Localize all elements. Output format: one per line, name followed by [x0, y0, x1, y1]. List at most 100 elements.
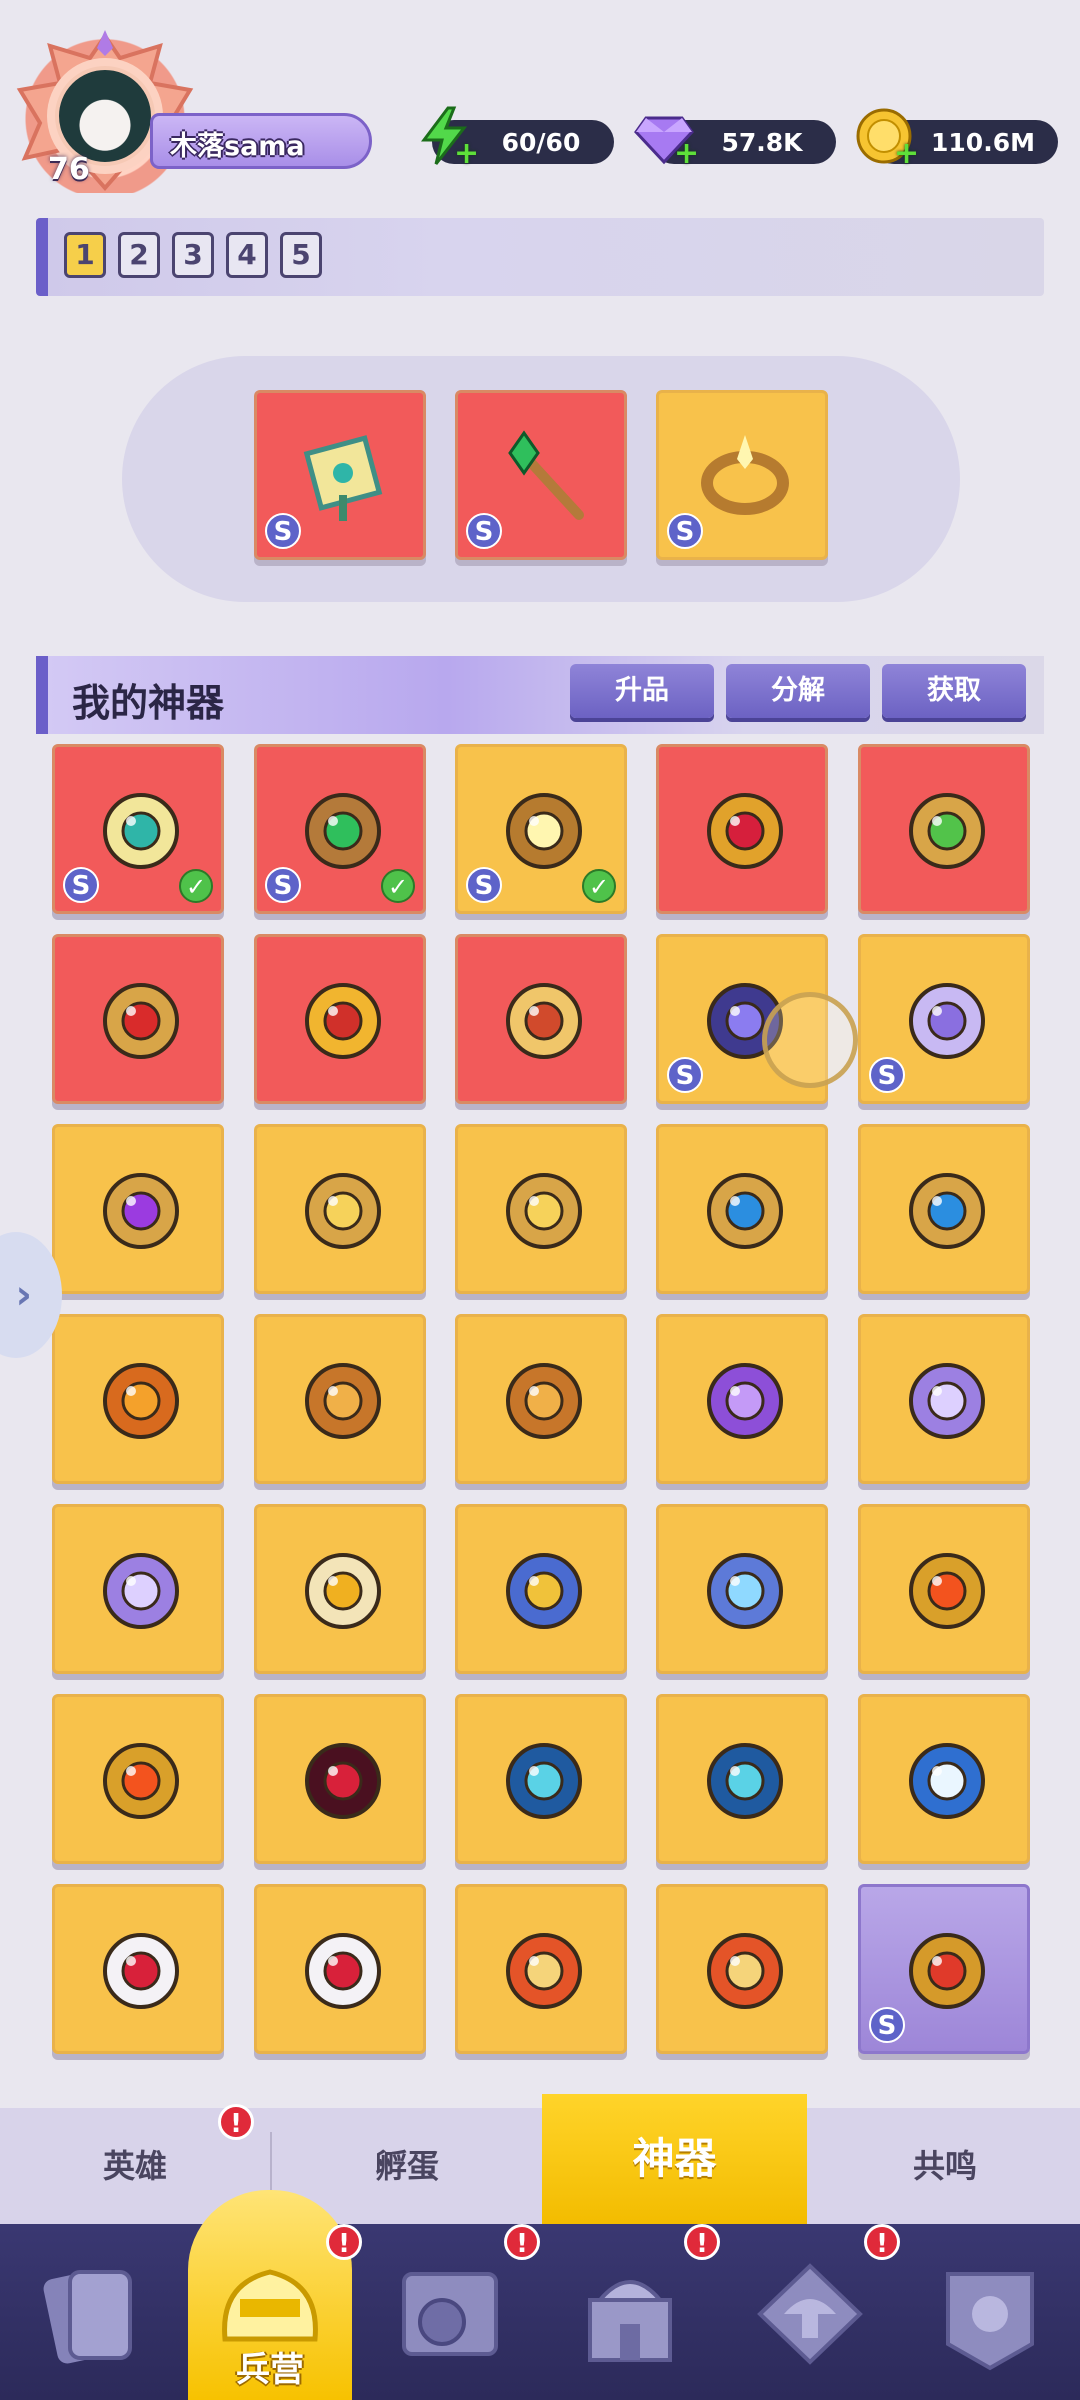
purple-amulet-icon	[89, 1157, 193, 1261]
gold-hammer-icon	[492, 1537, 596, 1641]
artifact-card[interactable]	[858, 744, 1030, 914]
decompose-button[interactable]: 分解	[726, 664, 870, 718]
castle-icon	[588, 2280, 672, 2362]
ruby-heart-crown-icon	[693, 777, 797, 881]
artifact-card[interactable]	[254, 1694, 426, 1864]
map-scroll-icon	[89, 777, 193, 881]
artifact-card[interactable]	[455, 934, 627, 1104]
artifact-card[interactable]: S ✓	[254, 744, 426, 914]
artifact-card[interactable]	[52, 1314, 224, 1484]
page-tab-3[interactable]: 3	[172, 232, 214, 278]
ice-gauntlet-icon	[693, 1537, 797, 1641]
add-gems-icon[interactable]: +	[674, 136, 699, 171]
artifact-card[interactable]	[858, 1124, 1030, 1294]
fire-gauntlet-icon	[895, 1537, 999, 1641]
artifact-card[interactable]	[455, 1504, 627, 1674]
heroes-alert-badge: !	[218, 2104, 254, 2140]
artifact-card[interactable]	[656, 1694, 828, 1864]
artifact-card[interactable]	[455, 1124, 627, 1294]
grade-badge: S	[466, 867, 502, 903]
artifact-card[interactable]	[254, 1124, 426, 1294]
artifact-card[interactable]	[52, 1694, 224, 1864]
player-name: 木落sama	[170, 131, 305, 162]
purple-pouch-icon	[895, 1347, 999, 1451]
artifact-card[interactable]	[656, 744, 828, 914]
artifact-card[interactable]	[858, 1504, 1030, 1674]
grade-badge: S	[265, 867, 301, 903]
blue-chalice-icon	[693, 1727, 797, 1831]
artifact-card[interactable]: S ✓	[52, 744, 224, 914]
equipped-check-icon: ✓	[179, 869, 213, 903]
artifact-card[interactable]: S ✓	[455, 744, 627, 914]
emerald-staff-icon	[492, 423, 596, 527]
energy-counter[interactable]: + 60/60	[421, 106, 614, 171]
tab-resonance[interactable]: 共鸣	[810, 2108, 1080, 2224]
bronze-bell-icon	[492, 1347, 596, 1451]
artifact-card[interactable]	[455, 1314, 627, 1484]
artifact-card[interactable]	[455, 1884, 627, 2054]
equipped-check-icon: ✓	[582, 869, 616, 903]
page-tab-4[interactable]: 4	[226, 232, 268, 278]
potion-bottle-icon	[291, 1537, 395, 1641]
gem-counter[interactable]: + 57.8K	[634, 116, 836, 171]
artifact-card[interactable]	[656, 1884, 828, 2054]
add-gold-icon[interactable]: +	[894, 136, 919, 171]
artifact-card[interactable]	[254, 1504, 426, 1674]
chevron-right-icon: ›	[15, 1272, 32, 1318]
blue-chalice-icon	[492, 1727, 596, 1831]
section-title: 我的神器	[72, 681, 225, 725]
grade-badge: S	[265, 513, 301, 549]
gems-value: 57.8K	[721, 127, 803, 157]
avatar	[55, 66, 155, 166]
nav-guild[interactable]	[740, 2244, 880, 2384]
upgrade-button[interactable]: 升品	[570, 664, 714, 718]
obtain-button[interactable]: 获取	[882, 664, 1026, 718]
gold-amulet-icon	[291, 1157, 395, 1261]
tab-artifacts[interactable]: 神器	[542, 2094, 807, 2224]
equipped-slot-2[interactable]: S	[455, 390, 627, 560]
artifact-card[interactable]	[254, 934, 426, 1104]
equipped-slot-3[interactable]: S	[656, 390, 828, 560]
shield-banner-icon	[946, 2272, 1034, 2371]
golden-ring-icon	[693, 423, 797, 527]
nav-castle[interactable]	[560, 2244, 700, 2384]
magic-scroll-icon	[492, 967, 596, 1071]
artifact-card[interactable]	[52, 1504, 224, 1674]
red-amulet-icon	[89, 967, 193, 1071]
gold-counter[interactable]: + 110.6M	[856, 108, 1058, 171]
artifact-card[interactable]	[254, 1314, 426, 1484]
loadout-page-tabs: 1 2 3 4 5	[36, 218, 1044, 296]
page-tab-2[interactable]: 2	[118, 232, 160, 278]
grade-badge: S	[63, 867, 99, 903]
blue-amulet-icon	[693, 1157, 797, 1261]
artifact-card[interactable]	[656, 1314, 828, 1484]
artifact-card[interactable]	[455, 1694, 627, 1864]
artifact-card[interactable]	[858, 1314, 1030, 1484]
page-tab-5[interactable]: 5	[280, 232, 322, 278]
artifact-card[interactable]	[858, 1694, 1030, 1864]
artifact-card[interactable]	[52, 1884, 224, 2054]
artifact-card[interactable]: S	[858, 934, 1030, 1104]
dice-icon	[291, 1917, 395, 2021]
equipped-slot-1[interactable]: S	[254, 390, 426, 560]
artifact-card[interactable]	[656, 1124, 828, 1294]
jeweled-crown-icon	[291, 967, 395, 1071]
map-alert-badge: !	[504, 2224, 540, 2260]
artifact-card[interactable]	[656, 1504, 828, 1674]
add-energy-icon[interactable]: +	[454, 136, 479, 171]
artifact-card[interactable]	[254, 1884, 426, 2054]
artifact-card[interactable]	[52, 934, 224, 1104]
purple-horn-icon	[693, 1347, 797, 1451]
nav-map[interactable]	[380, 2244, 520, 2384]
page-tab-1[interactable]: 1	[64, 232, 106, 278]
nav-cards[interactable]	[20, 2244, 160, 2384]
guild-alert-badge: !	[864, 2224, 900, 2260]
equipped-check-icon: ✓	[381, 869, 415, 903]
blue-amulet-icon	[895, 1157, 999, 1261]
maple-leaf-icon	[89, 1347, 193, 1451]
nav-banner[interactable]	[920, 2244, 1060, 2384]
artifact-card[interactable]	[52, 1124, 224, 1294]
artifact-card[interactable]: S	[858, 1884, 1030, 2054]
player-level: 76	[48, 152, 90, 187]
grade-badge: S	[667, 513, 703, 549]
